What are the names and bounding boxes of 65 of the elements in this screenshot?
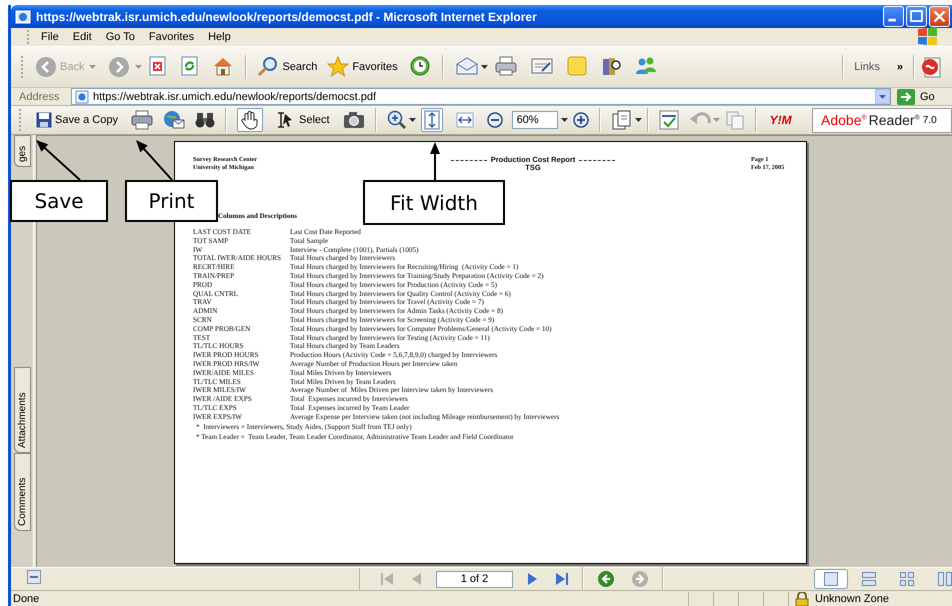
windows-logo-icon xyxy=(916,26,940,45)
snapshot-icon[interactable] xyxy=(342,111,365,129)
single-page-icon[interactable] xyxy=(814,569,848,589)
hand-tool-button[interactable] xyxy=(236,108,263,132)
binoculars-icon[interactable] xyxy=(194,111,215,129)
next-page-icon[interactable] xyxy=(527,572,539,586)
history-icon[interactable] xyxy=(408,54,431,76)
browser-icon xyxy=(15,8,31,24)
refresh-icon[interactable] xyxy=(180,56,200,76)
caret-icon[interactable] xyxy=(408,118,416,122)
menu-item[interactable]: File xyxy=(34,31,66,43)
side-tab[interactable]: Attachments xyxy=(14,367,31,453)
select-tool-button[interactable]: Select xyxy=(272,109,333,131)
menu-item[interactable]: Edit xyxy=(66,31,99,43)
save-icon[interactable] xyxy=(36,112,52,128)
side-tab[interactable]: Comments xyxy=(14,453,31,531)
messenger-logo[interactable]: Y!M xyxy=(770,113,792,127)
edit-icon[interactable] xyxy=(530,56,554,76)
hide-panel-icon[interactable] xyxy=(27,570,41,584)
back-icon[interactable] xyxy=(597,570,615,588)
menu-item[interactable]: Favorites xyxy=(142,31,202,43)
page-field[interactable]: 1 of 2 xyxy=(436,570,513,588)
maximize-button[interactable] xyxy=(906,6,927,27)
zoom-in-icon[interactable] xyxy=(572,112,589,128)
callout-arrow xyxy=(36,140,81,181)
save-copy-button[interactable]: Save a Copy xyxy=(33,110,121,130)
favorites-button[interactable]: Favorites xyxy=(327,56,398,78)
callout-label: Print xyxy=(125,180,218,222)
close-button[interactable] xyxy=(929,6,950,27)
reader-logo: Adobe$^{®}$Reader$^{®}$ 7.0 xyxy=(812,108,952,132)
zoom-field[interactable]: 60% xyxy=(512,111,558,129)
callout-label: Fit Width xyxy=(363,180,505,225)
caret-icon[interactable] xyxy=(480,65,488,69)
caret-icon[interactable] xyxy=(634,118,642,122)
address-label: Address xyxy=(19,90,60,102)
search-button[interactable]: Search xyxy=(257,56,318,78)
spell-check-icon[interactable] xyxy=(658,110,679,130)
search-icon[interactable] xyxy=(257,56,280,78)
print-icon[interactable] xyxy=(130,110,153,130)
stop-icon[interactable] xyxy=(148,56,168,76)
email-icon[interactable] xyxy=(162,110,185,130)
caret-icon[interactable] xyxy=(560,118,568,122)
fit-page-button[interactable] xyxy=(420,108,443,132)
messenger-icon[interactable] xyxy=(634,54,658,76)
window-title: https://webtrak.isr.umich.edu/newlook/reports/democst.pdf - Microsoft Internet Explorer xyxy=(36,10,538,24)
zoom-in-icon[interactable] xyxy=(386,110,407,130)
status-text: Done xyxy=(13,592,40,604)
mail-icon[interactable] xyxy=(454,56,479,76)
pages-icon[interactable] xyxy=(610,110,633,130)
minimize-button[interactable] xyxy=(883,6,904,27)
links-button[interactable]: Links » xyxy=(854,61,903,73)
side-tab[interactable]: ges xyxy=(14,135,31,167)
go-button[interactable]: Go xyxy=(897,88,935,104)
last-page-icon[interactable] xyxy=(555,572,569,586)
star-icon[interactable] xyxy=(327,56,350,78)
zoom-out-icon[interactable] xyxy=(486,112,503,128)
lock-icon xyxy=(795,592,809,606)
security-zone: Unknown Zone xyxy=(815,592,889,604)
callout-label: Save xyxy=(10,180,108,222)
menu-item[interactable]: Go To xyxy=(98,31,142,43)
address-field[interactable]: https://webtrak.isr.umich.edu/newlook/reports/democst.pdf xyxy=(71,88,891,105)
menu-item[interactable]: Help xyxy=(201,31,238,43)
home-icon[interactable] xyxy=(212,56,234,76)
print-icon[interactable] xyxy=(494,56,518,76)
page-icon xyxy=(75,90,89,104)
